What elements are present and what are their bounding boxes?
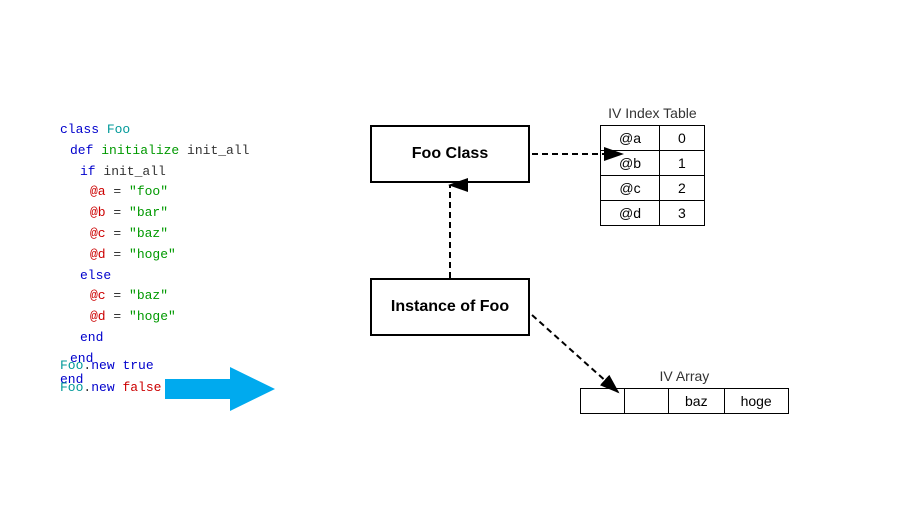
iv-index-var: @b — [601, 151, 660, 176]
code-val-d1: "hoge" — [129, 247, 176, 262]
iv-array-table: bazhoge — [580, 388, 789, 414]
instance-of-foo-box: Instance of Foo — [370, 278, 530, 336]
iv-index-row: @a0 — [601, 126, 705, 151]
blue-arrow-icon — [165, 367, 275, 411]
bottom-class1: Foo — [60, 358, 83, 373]
bottom-true: true — [122, 358, 153, 373]
iv-array-row: bazhoge — [581, 389, 789, 414]
iv-index-value: 3 — [660, 201, 705, 226]
iv-index-var: @d — [601, 201, 660, 226]
code-val-c2: "baz" — [129, 288, 168, 303]
iv-index-var: @c — [601, 176, 660, 201]
iv-array-cell: hoge — [724, 389, 788, 414]
bottom-code-block: Foo.new true Foo.new false — [60, 355, 161, 399]
bottom-false: false — [122, 380, 161, 395]
iv-index-row: @d3 — [601, 201, 705, 226]
code-if-param: init_all — [103, 164, 165, 179]
iv-index-row: @b1 — [601, 151, 705, 176]
iv-index-title: IV Index Table — [600, 105, 705, 121]
bottom-new2: new — [91, 380, 122, 395]
code-var-c2: @c — [90, 288, 106, 303]
code-var-a: @a — [90, 184, 106, 199]
iv-index-table: @a0@b1@c2@d3 — [600, 125, 705, 226]
code-classname: Foo — [107, 122, 130, 137]
iv-index-value: 2 — [660, 176, 705, 201]
code-val-d2: "hoge" — [129, 309, 176, 324]
code-val-b: "bar" — [129, 205, 168, 220]
foo-class-label: Foo Class — [412, 145, 488, 163]
code-var-d2: @d — [90, 309, 106, 324]
iv-array-cell — [625, 389, 669, 414]
code-keyword-end1: end — [80, 330, 103, 345]
iv-array-cell — [581, 389, 625, 414]
code-val-c1: "baz" — [129, 226, 168, 241]
iv-index-value: 0 — [660, 126, 705, 151]
code-keyword-else: else — [80, 268, 111, 283]
iv-index-value: 1 — [660, 151, 705, 176]
iv-array-container: IV Array bazhoge — [580, 368, 789, 414]
iv-index-row: @c2 — [601, 176, 705, 201]
code-block: class Foo def initialize init_all if ini… — [60, 120, 249, 390]
bottom-class2: Foo — [60, 380, 83, 395]
code-var-b: @b — [90, 205, 106, 220]
code-keyword-if: if — [80, 164, 103, 179]
bottom-new1: new — [91, 358, 122, 373]
code-val-a: "foo" — [129, 184, 168, 199]
iv-array-cell: baz — [669, 389, 725, 414]
code-keyword-class: class — [60, 122, 107, 137]
iv-index-table-container: IV Index Table @a0@b1@c2@d3 — [600, 105, 705, 226]
code-keyword-def: def — [70, 143, 101, 158]
code-var-d1: @d — [90, 247, 106, 262]
iv-index-var: @a — [601, 126, 660, 151]
iv-array-title: IV Array — [580, 368, 789, 384]
code-param: init_all — [187, 143, 249, 158]
code-method-name: initialize — [101, 143, 187, 158]
foo-class-box: Foo Class — [370, 125, 530, 183]
code-var-c1: @c — [90, 226, 106, 241]
instance-label: Instance of Foo — [391, 298, 509, 316]
